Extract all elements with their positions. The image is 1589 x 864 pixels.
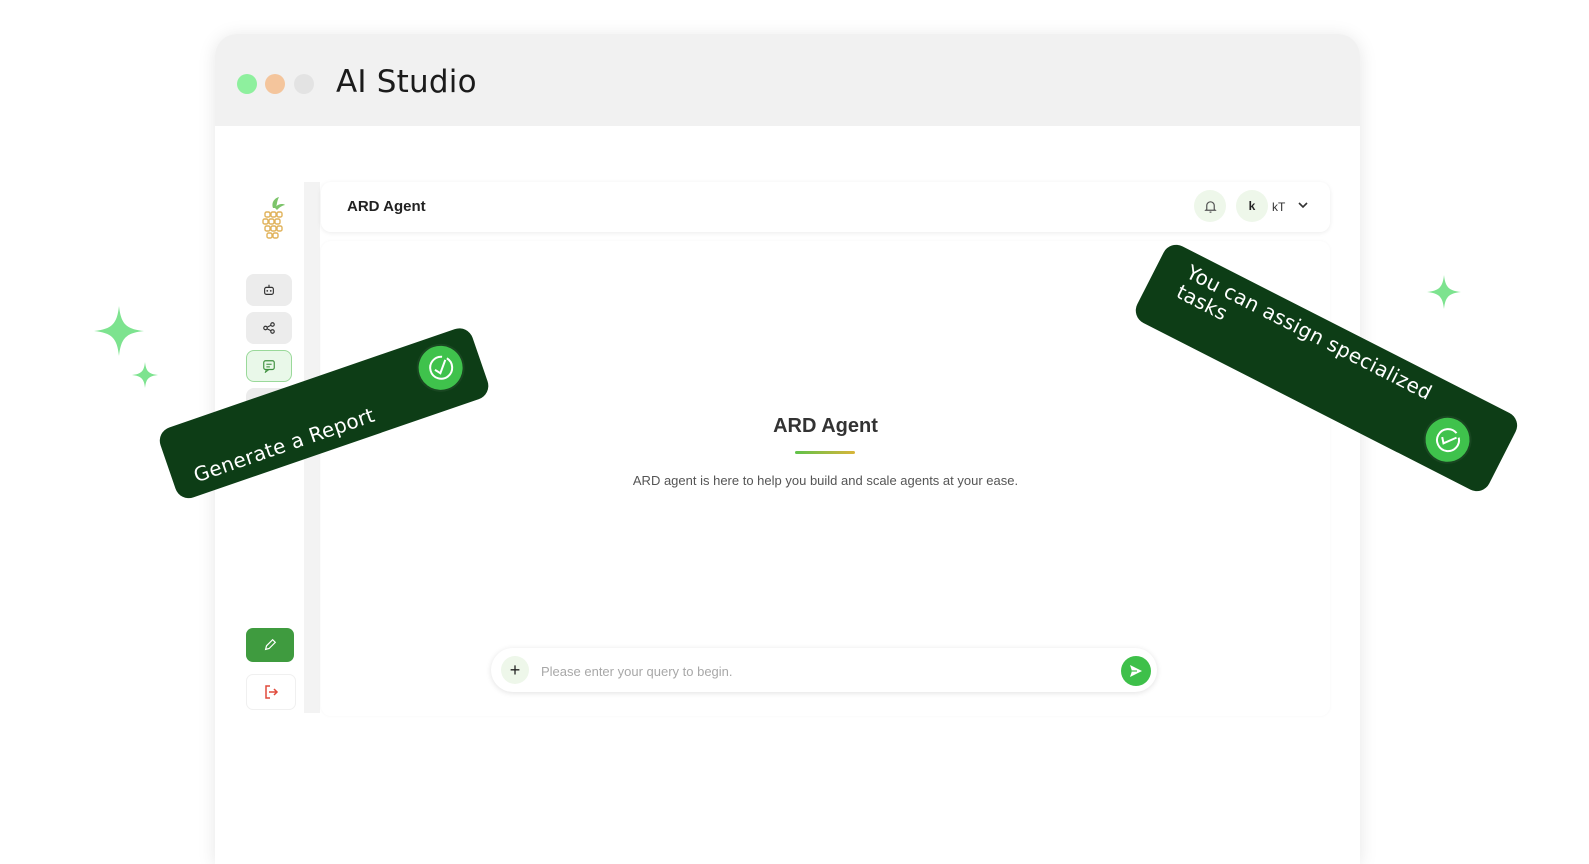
sidebar-item-agents[interactable]: [246, 274, 292, 306]
agent-heading: ARD Agent: [773, 415, 878, 437]
window-minimize-dot[interactable]: [265, 74, 285, 94]
sidebar-item-chat[interactable]: [246, 350, 292, 382]
bell-icon: [1203, 200, 1217, 213]
window-title: AI Studio: [336, 64, 477, 100]
query-input[interactable]: [539, 658, 1103, 684]
sparkle-large-icon: [94, 306, 144, 356]
window-maximize-dot[interactable]: [294, 74, 314, 94]
send-icon: [1130, 665, 1142, 677]
window-close-dot[interactable]: [237, 74, 257, 94]
send-button[interactable]: [1121, 656, 1151, 686]
page-title: ARD Agent: [347, 198, 426, 215]
pineapple-logo: [262, 197, 285, 239]
top-bar: ARD Agent k kT: [321, 182, 1330, 232]
chat-icon: [263, 360, 275, 373]
new-chat-button[interactable]: [246, 628, 294, 662]
pencil-icon: [264, 638, 277, 651]
sparkle-small-icon: [132, 362, 158, 388]
notifications-button[interactable]: [1194, 190, 1226, 222]
query-bar: +: [491, 648, 1157, 692]
window-titlebar: AI Studio: [215, 34, 1360, 126]
sparkle-right-icon: [1427, 275, 1461, 309]
logout-icon: [265, 685, 279, 699]
sidebar-item-workflows[interactable]: [246, 312, 292, 344]
workflow-icon: [263, 322, 275, 334]
app-window: AI Studio ARD Agent k kT ARD Agent ARD a…: [215, 34, 1360, 864]
add-attachment-button[interactable]: +: [501, 656, 529, 684]
check-icon: [412, 339, 469, 396]
robot-icon: [264, 284, 274, 295]
logout-button[interactable]: [246, 674, 296, 710]
agent-description: ARD agent is here to help you build and …: [632, 473, 1019, 488]
user-name[interactable]: kT: [1272, 200, 1285, 214]
chevron-down-icon[interactable]: [1297, 199, 1309, 211]
heading-underline: [795, 451, 855, 454]
avatar[interactable]: k: [1236, 190, 1268, 222]
